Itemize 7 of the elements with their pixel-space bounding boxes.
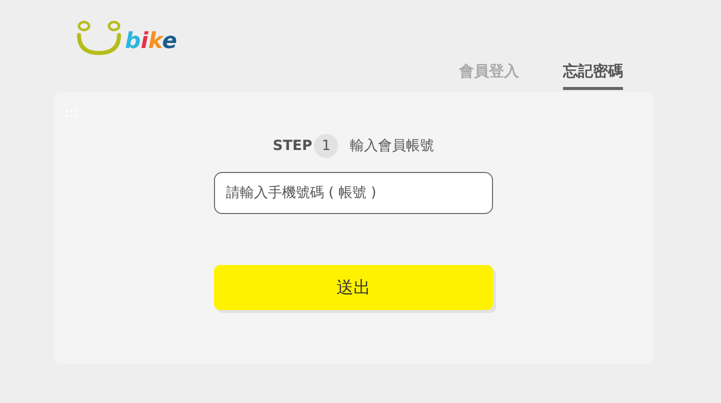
smile-icon: [75, 20, 123, 56]
step-number: 1: [314, 134, 338, 158]
phone-input-field[interactable]: 請輸入手機號碼 ( 帳號 ): [214, 172, 493, 214]
submit-button[interactable]: 送出: [214, 265, 493, 310]
step-label: STEP: [272, 138, 312, 154]
logo-text: bike: [125, 30, 178, 54]
step-title: 輸入會員帳號: [350, 137, 434, 155]
